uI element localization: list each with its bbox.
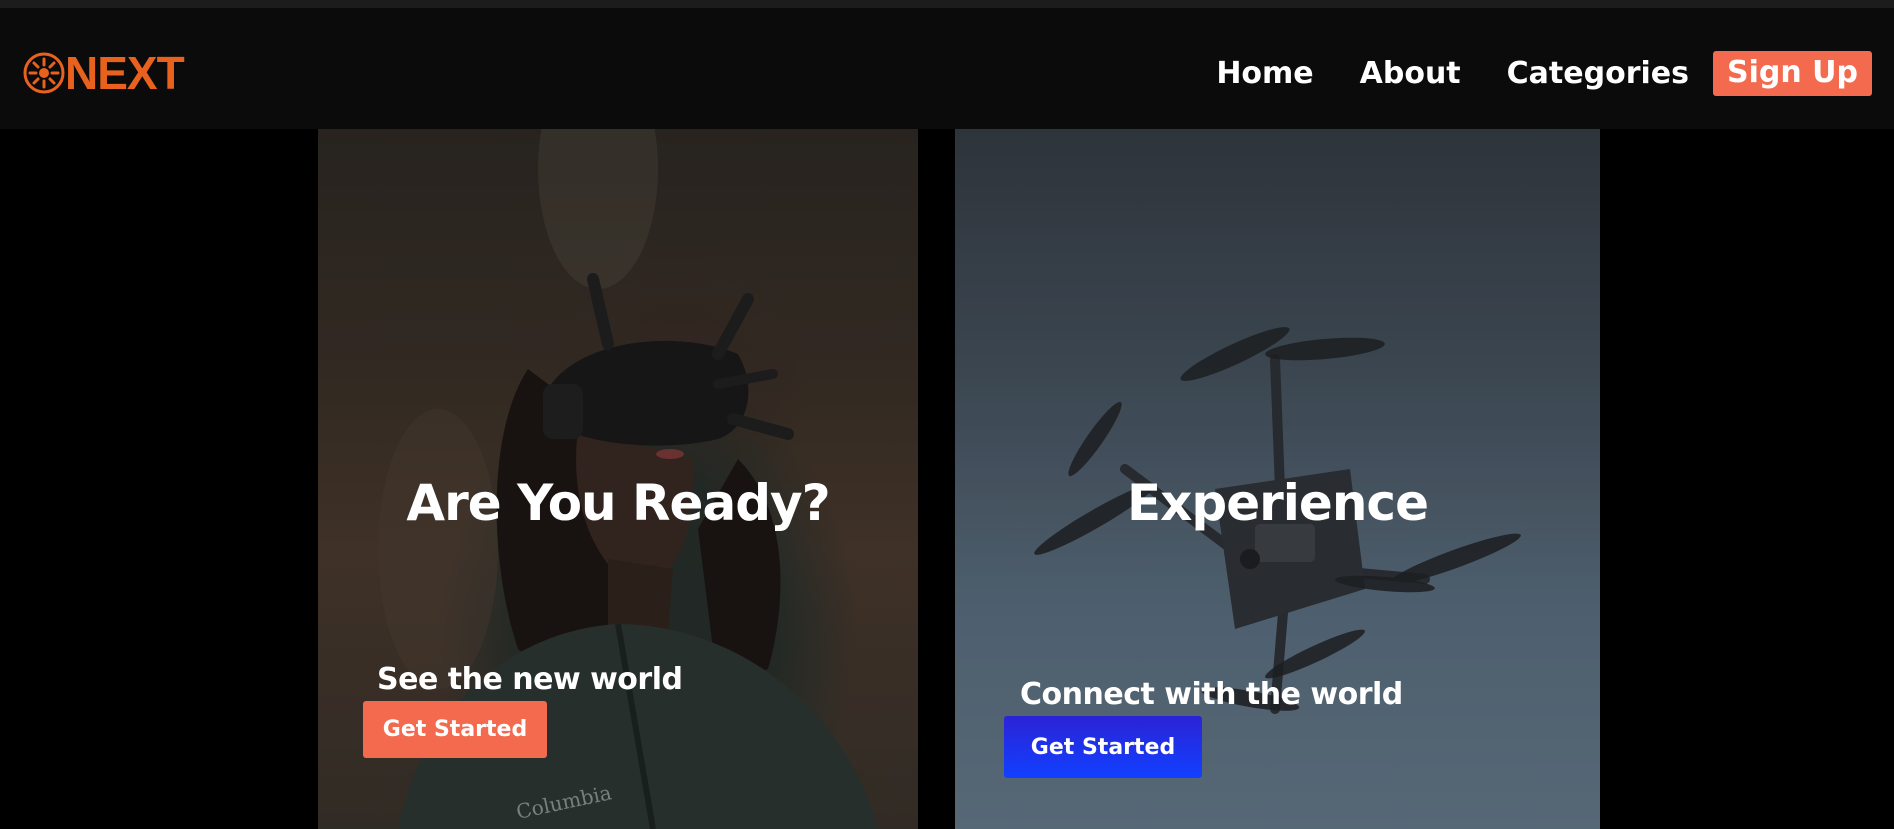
card-title: Experience	[1127, 474, 1429, 532]
nav-link-about[interactable]: About	[1360, 56, 1461, 91]
card-title: Are You Ready?	[406, 474, 830, 532]
card-subtitle: See the new world	[377, 662, 683, 697]
signup-button[interactable]: Sign Up	[1712, 50, 1872, 96]
nav-link-home[interactable]: Home	[1216, 56, 1313, 91]
sun-emblem-icon	[23, 52, 65, 94]
brand-logo[interactable]: NEXT	[22, 47, 185, 99]
card-subtitle: Connect with the world	[1020, 677, 1403, 712]
get-started-button-drone[interactable]: Get Started	[1004, 716, 1202, 778]
hero-card-drone: Experience Connect with the world Get St…	[955, 129, 1600, 829]
hero-card-fpv: Columbia Are You Ready? See the new worl…	[318, 129, 918, 829]
top-border	[0, 0, 1894, 8]
get-started-button-fpv[interactable]: Get Started	[363, 701, 547, 758]
main-nav: Home About Categories Sign Up	[1216, 48, 1872, 98]
nav-link-categories[interactable]: Categories	[1507, 56, 1689, 91]
navbar: NEXT Home About Categories Sign Up	[0, 8, 1894, 129]
brand-name: NEXT	[65, 47, 185, 99]
